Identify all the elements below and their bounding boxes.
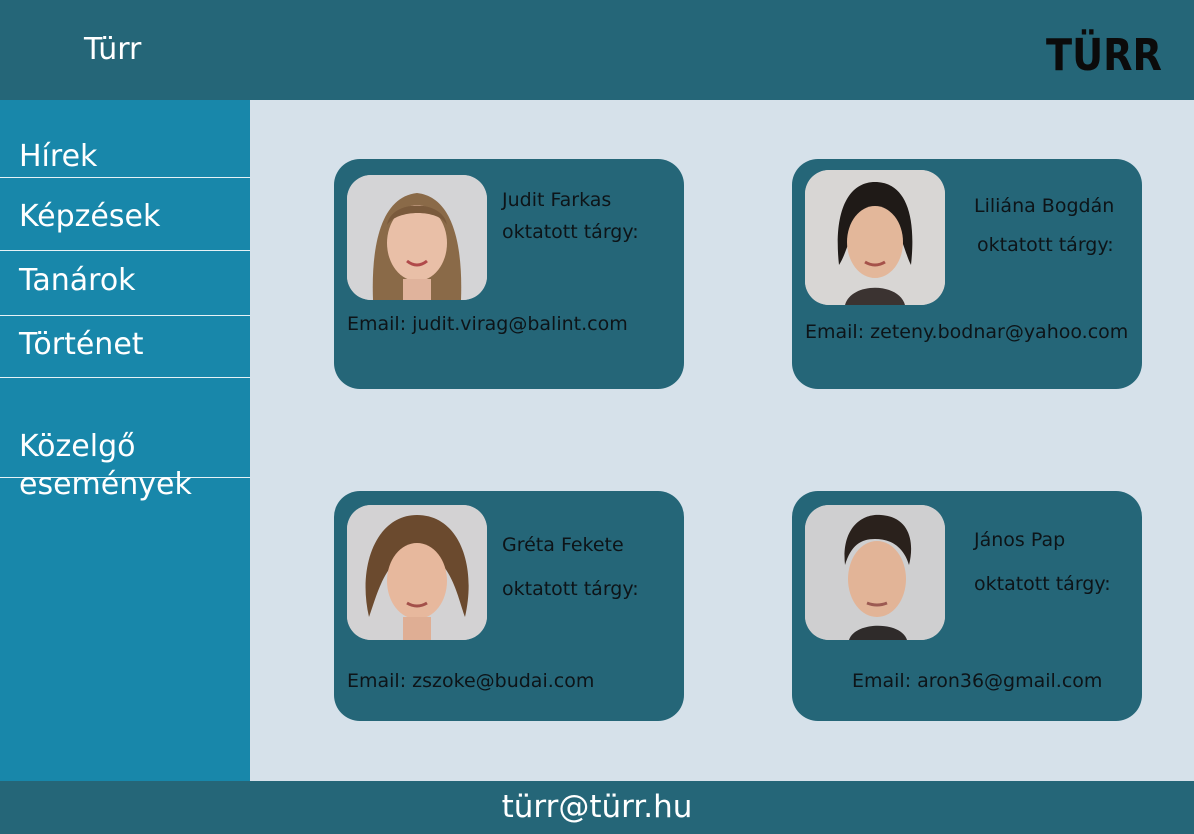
teacher-name: Gréta Fekete — [502, 534, 624, 556]
woman-portrait-icon — [347, 505, 487, 640]
teacher-card: János Pap oktatott tárgy: Email: aron36@… — [792, 491, 1142, 721]
man-portrait-icon — [805, 505, 945, 640]
site-header: Türr TÜRR — [0, 0, 1194, 100]
sidebar-item-kozelgo-esemenyek[interactable]: Közelgő események — [0, 390, 250, 502]
sidebar-item-tortenet[interactable]: Történet — [0, 326, 250, 378]
teacher-email[interactable]: Email: judit.virag@balint.com — [347, 313, 628, 335]
logo-text: TÜRR — [1046, 28, 1162, 80]
teacher-email[interactable]: Email: zeteny.bodnar@yahoo.com — [805, 321, 1128, 343]
turr-logo-icon[interactable]: TÜRR — [1044, 24, 1164, 80]
sidebar-item-kepzesek[interactable]: Képzések — [0, 198, 250, 251]
teacher-name: Liliána Bogdán — [974, 195, 1115, 217]
sidebar-item-label: Közelgő események — [19, 429, 192, 502]
teacher-name: János Pap — [974, 529, 1066, 551]
teacher-subject-label: oktatott tárgy: — [974, 573, 1111, 595]
teacher-subject-label: oktatott tárgy: — [977, 234, 1114, 256]
sidebar-item-label: Hírek — [19, 139, 98, 174]
teacher-name: Judit Farkas — [502, 189, 612, 211]
teacher-subject-label: oktatott tárgy: — [502, 578, 639, 600]
teacher-email[interactable]: Email: aron36@gmail.com — [852, 670, 1102, 692]
teacher-email[interactable]: Email: zszoke@budai.com — [347, 670, 594, 692]
sidebar-item-label: Történet — [19, 327, 144, 362]
sidebar-item-label: Tanárok — [19, 263, 136, 298]
site-title[interactable]: Türr — [84, 32, 141, 67]
woman-portrait-icon — [347, 175, 487, 300]
sidebar-nav: Hírek Képzések Tanárok Történet Közelgő … — [0, 100, 250, 781]
teachers-section: Judit Farkas oktatott tárgy: Email: judi… — [250, 100, 1194, 781]
teacher-card: Liliána Bogdán oktatott tárgy: Email: ze… — [792, 159, 1142, 389]
teacher-card: Judit Farkas oktatott tárgy: Email: judi… — [334, 159, 684, 389]
woman-portrait-icon — [805, 170, 945, 305]
site-footer: türr@türr.hu — [0, 781, 1194, 834]
sidebar-item-label: Képzések — [19, 199, 161, 234]
sidebar-item-tanarok[interactable]: Tanárok — [0, 262, 250, 316]
teacher-subject-label: oktatott tárgy: — [502, 221, 639, 243]
teacher-card: Gréta Fekete oktatott tárgy: Email: zszo… — [334, 491, 684, 721]
footer-email[interactable]: türr@türr.hu — [0, 789, 1194, 825]
sidebar-item-hirek[interactable]: Hírek — [0, 138, 250, 178]
